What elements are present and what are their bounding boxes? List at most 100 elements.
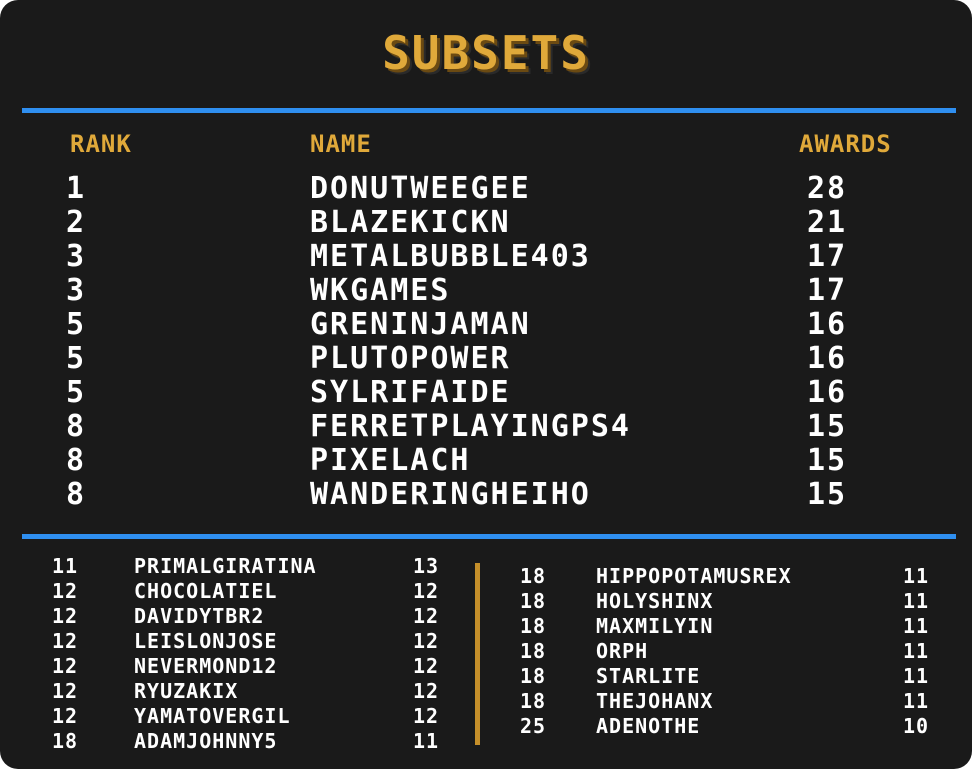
leaderboard-row: 18 THEJOHANX 11 (490, 689, 972, 714)
column-separator (475, 563, 480, 745)
player-name-cell: DONUTWEEGEE (310, 171, 531, 206)
lower-right-list: 18 HIPPOPOTAMUSREX 11 18 HOLYSHINX 11 18 MAXMIL… (490, 564, 972, 739)
leaderboard-row: 8 PIXELACH 15 (0, 444, 972, 478)
awards-cell: 12 (412, 579, 440, 603)
leaderboard-row: 8 FERRETPLAYINGPS4 15 (0, 410, 972, 444)
leaderboard-panel: SUBSETS RANK NAME AWARDS 1 DONUTWEEGEE 28 2… (0, 0, 972, 769)
top-divider (22, 108, 956, 113)
player-name-cell: THEJOHANX (596, 689, 714, 713)
awards-cell: 11 (902, 564, 930, 588)
page-title: SUBSETS (382, 26, 590, 80)
rank-cell: 12 (52, 679, 79, 703)
rank-cell: 12 (52, 654, 79, 678)
player-name-cell: CHOCOLATIEL (134, 579, 278, 603)
leaderboard-row: 12 LEISLONJOSE 12 (0, 629, 470, 654)
player-name-cell: WANDERINGHEIHO (310, 477, 591, 512)
leaderboard-row: 5 SYLRIFAIDE 16 (0, 376, 972, 410)
rank-cell: 2 (66, 205, 87, 240)
player-name-cell: HOLYSHINX (596, 589, 714, 613)
awards-cell: 16 (806, 341, 848, 376)
rank-column-header: RANK (70, 130, 132, 158)
awards-cell: 21 (806, 205, 848, 240)
awards-cell: 10 (902, 714, 930, 738)
leaderboard-row: 11 PRIMALGIRATINA 13 (0, 554, 470, 579)
rank-cell: 5 (66, 375, 87, 410)
rank-cell: 12 (52, 629, 79, 653)
awards-cell: 11 (902, 664, 930, 688)
player-name-cell: WKGAMES (310, 273, 451, 308)
awards-cell: 11 (902, 589, 930, 613)
player-name-cell: PIXELACH (310, 443, 471, 478)
leaderboard-row: 12 YAMATOVERGIL 12 (0, 704, 470, 729)
rank-cell: 18 (52, 729, 79, 753)
rank-cell: 18 (520, 689, 547, 713)
leaderboard-row: 3 METALBUBBLE403 17 (0, 240, 972, 274)
player-name-cell: ORPH (596, 639, 649, 663)
rank-cell: 8 (66, 477, 87, 512)
awards-cell: 12 (412, 654, 440, 678)
name-column-header: NAME (310, 130, 372, 158)
leaderboard-row: 8 WANDERINGHEIHO 15 (0, 478, 972, 512)
player-name-cell: METALBUBBLE403 (310, 239, 591, 274)
awards-cell: 15 (806, 477, 848, 512)
leaderboard-row: 12 RYUZAKIX 12 (0, 679, 470, 704)
awards-cell: 15 (806, 409, 848, 444)
leaderboard-row: 2 BLAZEKICKN 21 (0, 206, 972, 240)
leaderboard-row: 18 STARLITE 11 (490, 664, 972, 689)
player-name-cell: BLAZEKICKN (310, 205, 511, 240)
awards-cell: 12 (412, 704, 440, 728)
awards-cell: 15 (806, 443, 848, 478)
rank-cell: 3 (66, 273, 87, 308)
rank-cell: 18 (520, 639, 547, 663)
leaderboard-row: 12 DAVIDYTBR2 12 (0, 604, 470, 629)
rank-cell: 18 (520, 564, 547, 588)
rank-cell: 18 (520, 614, 547, 638)
rank-cell: 5 (66, 341, 87, 376)
leaderboard-row: 5 PLUTOPOWER 16 (0, 342, 972, 376)
top-ten-list: 1 DONUTWEEGEE 28 2 BLAZEKICKN 21 3 METALBUBBLE4… (0, 172, 972, 512)
rank-cell: 18 (520, 589, 547, 613)
player-name-cell: LEISLONJOSE (134, 629, 278, 653)
player-name-cell: STARLITE (596, 664, 701, 688)
awards-cell: 12 (412, 679, 440, 703)
leaderboard-row: 12 CHOCOLATIEL 12 (0, 579, 470, 604)
awards-cell: 28 (806, 171, 848, 206)
rank-cell: 11 (52, 554, 79, 578)
rank-cell: 12 (52, 704, 79, 728)
awards-cell: 17 (806, 273, 848, 308)
leaderboard-row: 18 ADAMJOHNNY5 11 (0, 729, 470, 754)
awards-cell: 17 (806, 239, 848, 274)
rank-cell: 8 (66, 409, 87, 444)
awards-cell: 16 (806, 375, 848, 410)
rank-cell: 3 (66, 239, 87, 274)
player-name-cell: ADENOTHE (596, 714, 701, 738)
rank-cell: 25 (520, 714, 547, 738)
player-name-cell: FERRETPLAYINGPS4 (310, 409, 631, 444)
awards-cell: 11 (902, 689, 930, 713)
rank-cell: 12 (52, 579, 79, 603)
leaderboard-row: 1 DONUTWEEGEE 28 (0, 172, 972, 206)
lower-left-list: 11 PRIMALGIRATINA 13 12 CHOCOLATIEL 12 12 DAVID… (0, 554, 470, 754)
player-name-cell: GRENINJAMAN (310, 307, 531, 342)
player-name-cell: PRIMALGIRATINA (134, 554, 317, 578)
awards-cell: 11 (902, 639, 930, 663)
awards-cell: 13 (412, 554, 440, 578)
bottom-divider (22, 534, 956, 539)
player-name-cell: RYUZAKIX (134, 679, 239, 703)
leaderboard-row: 5 GRENINJAMAN 16 (0, 308, 972, 342)
rank-cell: 18 (520, 664, 547, 688)
leaderboard-row: 25 ADENOTHE 10 (490, 714, 972, 739)
rank-cell: 12 (52, 604, 79, 628)
player-name-cell: DAVIDYTBR2 (134, 604, 265, 628)
player-name-cell: HIPPOPOTAMUSREX (596, 564, 792, 588)
player-name-cell: NEVERMOND12 (134, 654, 278, 678)
player-name-cell: PLUTOPOWER (310, 341, 511, 376)
leaderboard-row: 18 MAXMILYIN 11 (490, 614, 972, 639)
leaderboard-row: 18 ORPH 11 (490, 639, 972, 664)
leaderboard-row: 18 HOLYSHINX 11 (490, 589, 972, 614)
player-name-cell: SYLRIFAIDE (310, 375, 511, 410)
leaderboard-row: 12 NEVERMOND12 12 (0, 654, 470, 679)
player-name-cell: ADAMJOHNNY5 (134, 729, 278, 753)
leaderboard-row: 18 HIPPOPOTAMUSREX 11 (490, 564, 972, 589)
awards-cell: 12 (412, 604, 440, 628)
